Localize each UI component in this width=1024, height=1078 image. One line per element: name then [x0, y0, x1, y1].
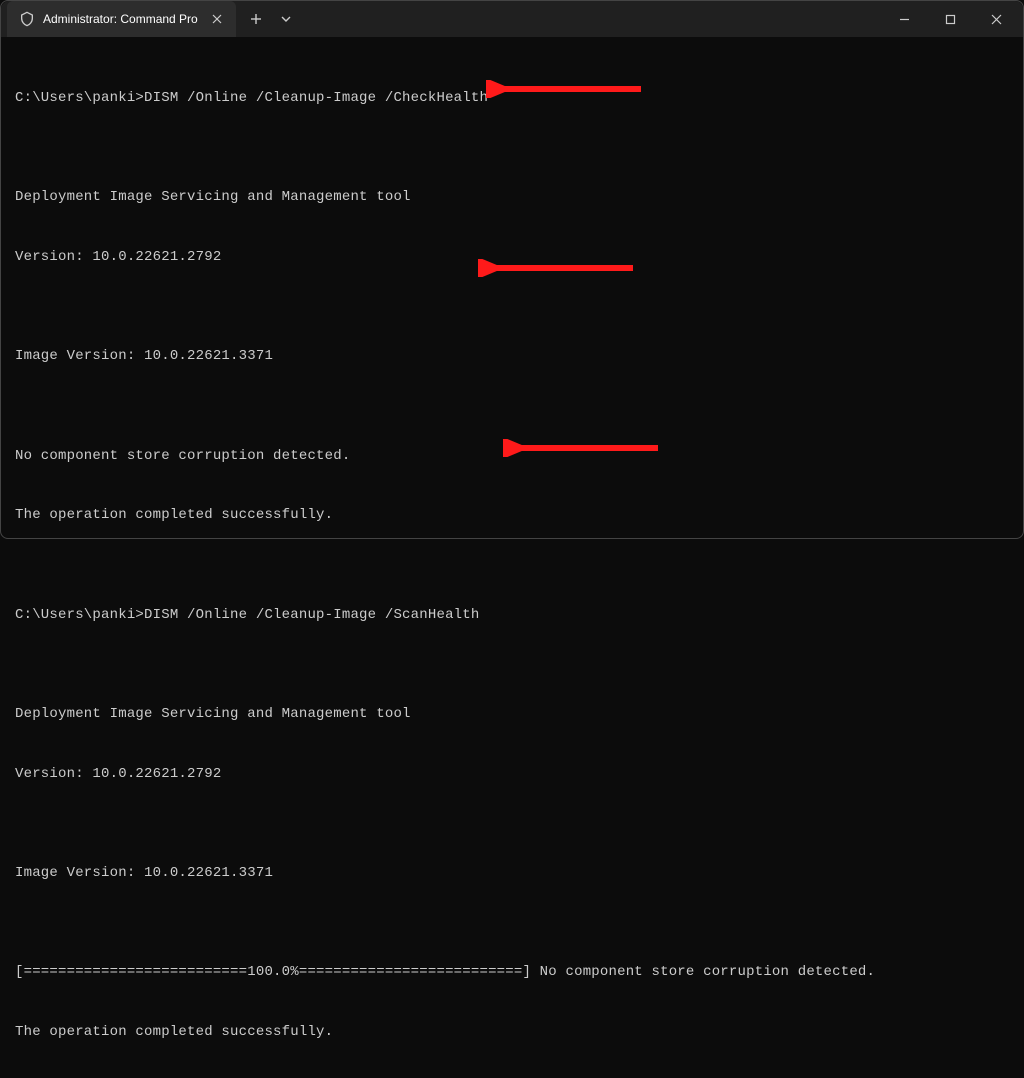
chevron-down-icon	[280, 13, 292, 25]
minimize-icon	[899, 14, 910, 25]
tab-close-button[interactable]	[208, 10, 226, 28]
output-line: Deployment Image Servicing and Managemen…	[15, 188, 1009, 208]
output-line: The operation completed successfully.	[15, 1023, 1009, 1043]
titlebar: Administrator: Command Pro	[1, 1, 1023, 37]
plus-icon	[250, 13, 262, 25]
output-line: [==========================100.0%=======…	[15, 963, 1009, 983]
output-line: Image Version: 10.0.22621.3371	[15, 347, 1009, 367]
output-line: Deployment Image Servicing and Managemen…	[15, 705, 1009, 725]
titlebar-left: Administrator: Command Pro	[1, 1, 300, 37]
new-tab-button[interactable]	[240, 3, 272, 35]
output-line: Image Version: 10.0.22621.3371	[15, 864, 1009, 884]
annotation-arrow	[478, 219, 638, 317]
output-line: No component store corruption detected.	[15, 447, 1009, 467]
maximize-icon	[945, 14, 956, 25]
prompt-line: C:\Users\panki>DISM /Online /Cleanup-Ima…	[15, 89, 1009, 109]
output-line: Version: 10.0.22621.2792	[15, 765, 1009, 785]
output-line: The operation completed successfully.	[15, 506, 1009, 526]
terminal-body[interactable]: C:\Users\panki>DISM /Online /Cleanup-Ima…	[1, 37, 1023, 1078]
shield-icon	[19, 11, 35, 27]
close-icon	[212, 14, 222, 24]
close-icon	[991, 14, 1002, 25]
tab-title: Administrator: Command Pro	[43, 12, 198, 26]
close-window-button[interactable]	[973, 1, 1019, 37]
window-controls	[881, 1, 1019, 37]
prompt-line: C:\Users\panki>DISM /Online /Cleanup-Ima…	[15, 606, 1009, 626]
output-line: Version: 10.0.22621.2792	[15, 248, 1009, 268]
minimize-button[interactable]	[881, 1, 927, 37]
maximize-button[interactable]	[927, 1, 973, 37]
tab-dropdown-button[interactable]	[272, 3, 300, 35]
tab-active[interactable]: Administrator: Command Pro	[7, 1, 236, 37]
